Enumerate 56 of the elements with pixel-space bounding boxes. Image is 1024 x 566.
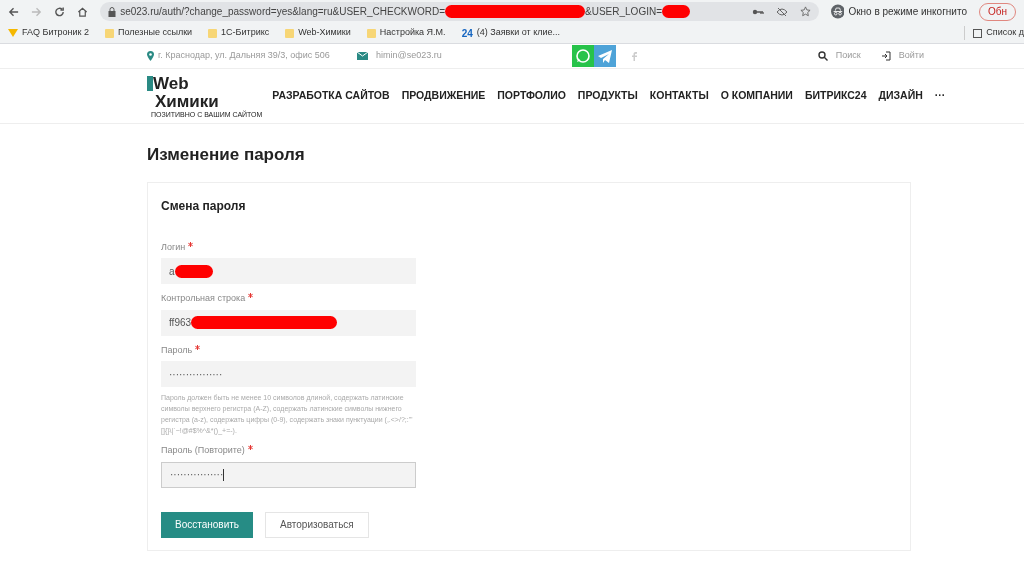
folder-icon bbox=[285, 28, 295, 38]
nav-link[interactable]: ПОРТФОЛИО bbox=[497, 88, 566, 104]
url-text: &USER_LOGIN= bbox=[585, 5, 662, 19]
folder-icon bbox=[105, 28, 114, 38]
input-field[interactable]: ff963 bbox=[161, 309, 416, 336]
eye-slash-icon[interactable] bbox=[775, 6, 788, 17]
incognito-label: Окно в режиме инкогнито bbox=[848, 5, 967, 19]
bookmark[interactable]: FAQ Битроник 2 bbox=[8, 26, 89, 40]
form-title: Смена пароля bbox=[161, 197, 247, 215]
bookmark[interactable]: Web-Химики bbox=[285, 26, 351, 40]
folder-icon bbox=[366, 28, 376, 38]
list-icon bbox=[973, 28, 983, 38]
home-icon[interactable] bbox=[77, 5, 89, 18]
lock-icon bbox=[108, 6, 117, 17]
nav-link[interactable]: ДИЗАЙН bbox=[878, 88, 923, 104]
whatsapp-icon[interactable] bbox=[572, 45, 594, 67]
input-field[interactable]: a bbox=[161, 258, 416, 284]
nav-link[interactable]: РАЗРАБОТКА САЙТОВ bbox=[272, 88, 390, 104]
nav-link[interactable]: ··· bbox=[934, 88, 946, 104]
envelope-icon bbox=[357, 52, 368, 60]
location-pin-icon bbox=[147, 51, 154, 61]
telegram-icon[interactable] bbox=[594, 45, 616, 67]
url-text: se023.ru/auth/?change_password=yes&lang=ru&USER_CHECKWORD= bbox=[120, 5, 446, 19]
text-cursor bbox=[223, 468, 225, 481]
reload-icon[interactable] bbox=[54, 5, 66, 18]
nav-link[interactable]: КОНТАКТЫ bbox=[649, 88, 709, 104]
back-icon[interactable] bbox=[8, 5, 20, 18]
input-field[interactable]: ················ bbox=[161, 461, 416, 488]
bookmark[interactable]: 1С-Битрикс bbox=[208, 26, 270, 40]
incognito-icon[interactable] bbox=[830, 4, 845, 19]
login-icon bbox=[880, 51, 891, 61]
logo-square-icon bbox=[147, 75, 153, 91]
bookmark[interactable]: 24 (4) Заявки от клие... bbox=[461, 25, 561, 41]
restore-button[interactable]: Восстановить bbox=[161, 511, 254, 538]
star-icon[interactable] bbox=[799, 6, 811, 17]
key-icon[interactable] bbox=[751, 7, 764, 16]
page-title: Изменение пароля bbox=[147, 144, 306, 166]
address-bar[interactable]: se023.ru/auth/?change_password=yes&lang=ru&USER_CHECKWORD= &USER_LOGIN= bbox=[100, 2, 819, 21]
bookmark[interactable]: Настройка Я.М. bbox=[366, 26, 446, 40]
redaction-mark bbox=[662, 5, 690, 18]
nav-link[interactable]: БИТРИКС24 bbox=[804, 88, 867, 104]
bookmark[interactable]: Полезные ссылки bbox=[105, 26, 193, 40]
nav-link[interactable]: ПРОДУКТЫ bbox=[577, 88, 638, 104]
field-label: Пароль (Повторите) bbox=[161, 444, 897, 458]
bitrix24-icon: 24 bbox=[461, 25, 473, 41]
field-label: Логин bbox=[161, 240, 897, 254]
search-icon bbox=[817, 51, 828, 61]
address-text: г. Краснодар, ул. Дальняя 39/3, офис 506 bbox=[158, 49, 330, 63]
field-label: Контрольная строка bbox=[161, 292, 897, 306]
input-field[interactable]: ················ bbox=[161, 361, 416, 387]
reading-list-button[interactable]: Список д bbox=[964, 26, 1024, 40]
login-button[interactable]: Авторизоваться bbox=[265, 511, 369, 538]
field-label: Пароль bbox=[161, 343, 897, 357]
nav-link[interactable]: О КОМПАНИИ bbox=[720, 88, 793, 104]
folder-icon bbox=[208, 28, 218, 38]
nav-link[interactable]: ПРОДВИЖЕНИЕ bbox=[401, 88, 486, 104]
